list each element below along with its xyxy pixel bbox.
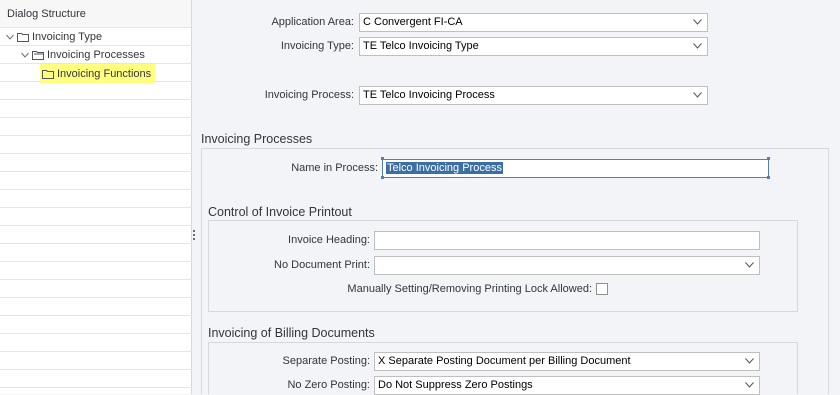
chevron-down-icon[interactable]: [6, 33, 14, 41]
invoicing-type-label: Invoicing Type:: [280, 40, 354, 52]
application-area-dropdown[interactable]: C Convergent FI-CA: [359, 13, 708, 32]
invoice-heading-input[interactable]: [374, 231, 760, 250]
printing-lock-label: Manually Setting/Removing Printing Lock …: [347, 283, 592, 295]
tree-row: [0, 118, 192, 136]
tree-row: [0, 280, 192, 298]
invoicing-type-value: TE Telco Invoicing Type: [363, 40, 479, 52]
invoice-heading-label: Invoice Heading:: [288, 234, 370, 246]
chevron-down-icon[interactable]: [693, 92, 702, 98]
invoicing-processes-title: Invoicing Processes: [201, 132, 313, 146]
tree-row: [0, 226, 192, 244]
tree-row: [0, 190, 192, 208]
chevron-down-icon[interactable]: [745, 358, 754, 364]
application-area-value: C Convergent FI-CA: [363, 16, 463, 28]
tree-item-label: Invoicing Processes: [47, 49, 145, 61]
focus-handle: [381, 176, 384, 179]
tree-row: [0, 208, 192, 226]
tree-row: [0, 100, 192, 118]
separate-posting-value: X Separate Posting Document per Billing …: [378, 355, 631, 367]
focus-handle: [767, 176, 770, 179]
printing-lock-checkbox[interactable]: [596, 283, 608, 295]
tree-item-invoicing-processes[interactable]: Invoicing Processes: [21, 46, 145, 64]
focus-handle: [381, 157, 384, 160]
dialog-structure-pane: Dialog Structure Invoicing Type Invoicin…: [0, 0, 192, 394]
tree-row: [0, 370, 192, 388]
tree-row: [0, 298, 192, 316]
focus-handle: [767, 157, 770, 160]
folder-icon: [42, 69, 54, 79]
dialog-structure-header: Dialog Structure: [0, 0, 191, 28]
tree-item-invoicing-type[interactable]: Invoicing Type: [6, 28, 102, 46]
tree-item-invoicing-functions[interactable]: Invoicing Functions: [40, 64, 156, 83]
no-zero-posting-value: Do Not Suppress Zero Postings: [378, 379, 533, 391]
invoicing-process-dropdown[interactable]: TE Telco Invoicing Process: [359, 86, 708, 105]
invoicing-process-value: TE Telco Invoicing Process: [363, 89, 495, 101]
separate-posting-label: Separate Posting:: [282, 355, 370, 367]
name-in-process-input[interactable]: Telco Invoicing Process: [382, 159, 769, 178]
tree-row: [0, 244, 192, 262]
name-in-process-value: Telco Invoicing Process: [386, 162, 503, 174]
detail-area: Application Area: C Convergent FI-CA Inv…: [196, 0, 840, 395]
folder-open-icon: [32, 51, 44, 60]
tree-row: [0, 154, 192, 172]
invoicing-process-label: Invoicing Process:: [264, 89, 354, 101]
no-zero-posting-label: No Zero Posting:: [287, 379, 370, 391]
chevron-down-icon[interactable]: [745, 262, 754, 268]
chevron-down-icon[interactable]: [693, 43, 702, 49]
invoicing-type-dropdown[interactable]: TE Telco Invoicing Type: [359, 37, 708, 56]
tree-row: [0, 334, 192, 352]
folder-icon: [17, 33, 29, 42]
tree-row: [0, 82, 192, 100]
chevron-down-icon[interactable]: [745, 382, 754, 388]
billing-documents-title: Invoicing of Billing Documents: [208, 326, 375, 340]
name-in-process-label: Name in Process:: [291, 162, 378, 174]
tree-item-label: Invoicing Type: [32, 31, 103, 43]
tree-row: [0, 136, 192, 154]
tree-row: [0, 262, 192, 280]
separate-posting-dropdown[interactable]: X Separate Posting Document per Billing …: [374, 352, 760, 371]
no-zero-posting-dropdown[interactable]: Do Not Suppress Zero Postings: [374, 376, 760, 395]
tree-item-label: Invoicing Functions: [57, 67, 152, 80]
control-printout-title: Control of Invoice Printout: [208, 205, 352, 219]
chevron-down-icon[interactable]: [21, 51, 29, 59]
tree-row: [0, 172, 192, 190]
no-document-print-label: No Document Print:: [274, 259, 370, 271]
chevron-down-icon[interactable]: [693, 19, 702, 25]
tree-row: [0, 316, 192, 334]
application-area-label: Application Area:: [271, 16, 354, 28]
no-document-print-dropdown[interactable]: [374, 256, 760, 275]
tree-row: [0, 352, 192, 370]
